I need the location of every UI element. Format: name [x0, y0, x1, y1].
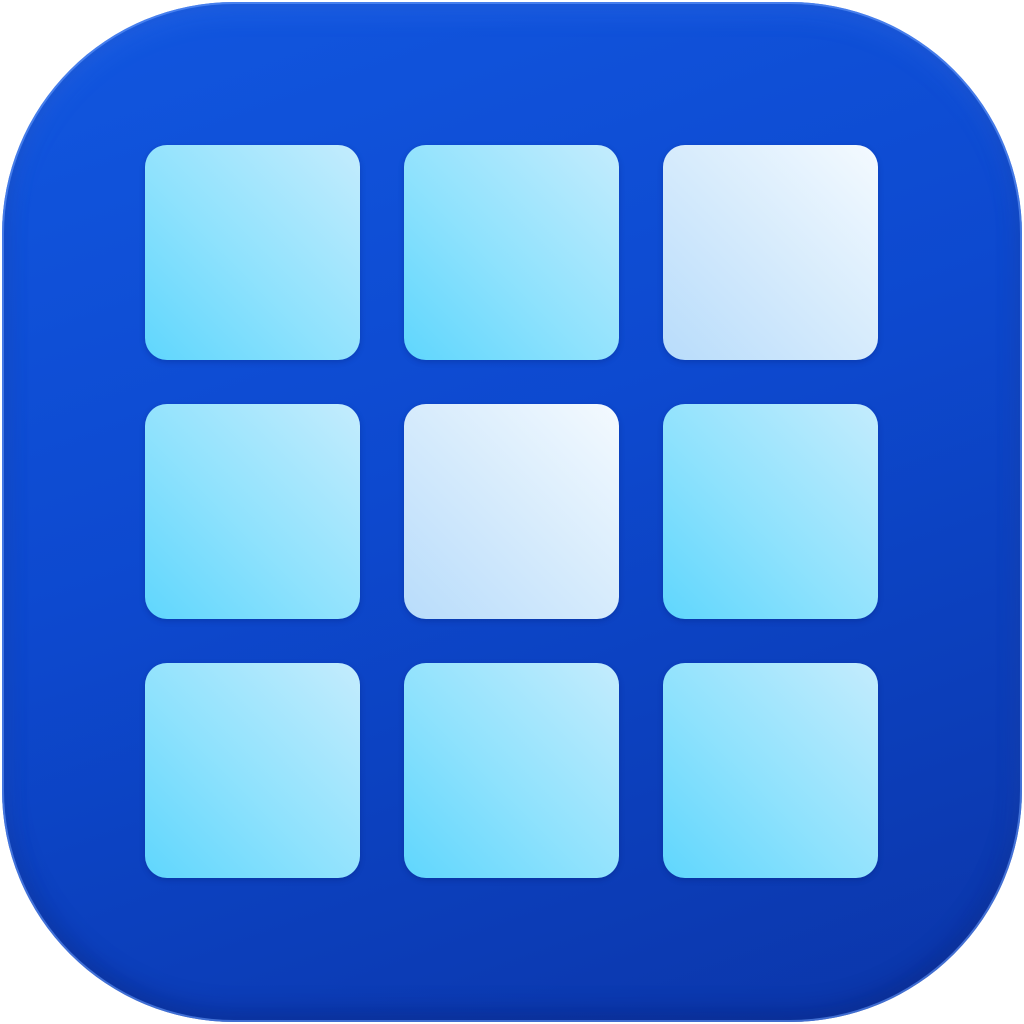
grid-tile: [404, 145, 619, 360]
grid-tile: [663, 145, 878, 360]
grid-tile: [663, 404, 878, 619]
app-icon-container: [0, 0, 1024, 1024]
grid-app-icon[interactable]: [2, 2, 1022, 1022]
grid-tile: [404, 404, 619, 619]
grid-tile: [145, 663, 360, 878]
tile-grid: [145, 145, 883, 883]
grid-tile: [404, 663, 619, 878]
grid-tile: [663, 663, 878, 878]
grid-tile: [145, 145, 360, 360]
grid-tile: [145, 404, 360, 619]
